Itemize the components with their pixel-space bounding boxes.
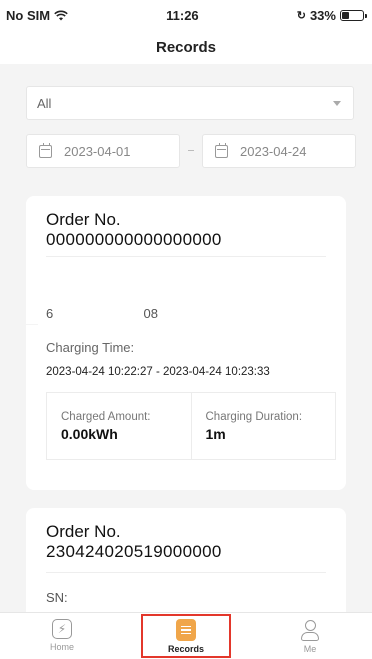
- start-date-value: 2023-04-01: [64, 143, 131, 159]
- orientation-lock-icon: ↻: [296, 9, 306, 22]
- user-icon: [300, 619, 320, 641]
- charged-amount-label: Charged Amount:: [61, 411, 151, 423]
- status-left: No SIM: [6, 8, 68, 23]
- order-label: Order No.: [46, 522, 121, 541]
- order-label: Order No.: [46, 210, 121, 229]
- charging-stats: Charged Amount: 0.00kWh Charging Duratio…: [46, 392, 336, 460]
- page-title: Records: [0, 30, 372, 64]
- battery-percent: 33%: [309, 7, 336, 23]
- document-icon: [176, 619, 196, 641]
- record-card[interactable]: Order No. 230424020519000000 SN:: [26, 508, 346, 612]
- records-content[interactable]: All 2023-04-01 2023-04-24 Order No. 0000…: [8, 64, 364, 612]
- filter-selected-value: All: [37, 95, 52, 111]
- battery-icon: [339, 9, 367, 21]
- status-bar: No SIM 11:26 ↻ 33%: [0, 0, 372, 30]
- mask-edge: [8, 324, 38, 325]
- charged-amount-stat: Charged Amount: 0.00kWh: [47, 393, 191, 459]
- charged-amount-value: 0.00kWh: [61, 426, 118, 442]
- start-date-field[interactable]: 2023-04-01: [26, 134, 180, 168]
- divider: [46, 572, 326, 573]
- carrier-label: No SIM: [6, 7, 51, 23]
- end-date-value: 2023-04-24: [240, 143, 307, 159]
- serial-number-value: 6 08: [46, 306, 158, 321]
- record-card[interactable]: Order No. 000000000000000000 6 08 Chargi…: [8, 196, 346, 490]
- status-right: ↻ 33%: [296, 7, 367, 23]
- lightning-icon: ⚡︎: [52, 619, 72, 639]
- tab-me[interactable]: Me: [248, 613, 372, 659]
- charging-duration-stat: Charging Duration: 1m: [190, 393, 336, 459]
- tab-records-label: Records: [167, 644, 204, 654]
- charging-time-value: 2023-04-24 10:22:27 - 2023-04-24 10:23:3…: [46, 366, 270, 378]
- wifi-icon: [54, 10, 68, 20]
- caret-down-icon: [333, 100, 341, 106]
- sn-label: SN:: [46, 590, 68, 605]
- date-separator: [188, 150, 194, 151]
- battery-level: [341, 11, 349, 19]
- end-date-field[interactable]: 2023-04-24: [202, 134, 356, 168]
- tab-home[interactable]: ⚡︎ Home: [0, 613, 124, 659]
- order-number: 230424020519000000: [46, 542, 222, 561]
- divider: [46, 256, 326, 257]
- tab-records[interactable]: Records: [124, 613, 248, 659]
- calendar-icon: [215, 142, 228, 158]
- order-number: 000000000000000000: [46, 230, 222, 249]
- charging-duration-value: 1m: [205, 426, 226, 442]
- tab-me-label: Me: [303, 644, 317, 654]
- tab-bar: ⚡︎ Home Records Me: [0, 612, 372, 659]
- charging-duration-label: Charging Duration:: [205, 411, 303, 423]
- clock: 11:26: [166, 7, 199, 23]
- charging-time-label: Charging Time:: [46, 340, 135, 355]
- calendar-icon: [39, 142, 52, 158]
- tab-home-label: Home: [49, 642, 74, 652]
- status-filter-select[interactable]: All: [26, 86, 354, 120]
